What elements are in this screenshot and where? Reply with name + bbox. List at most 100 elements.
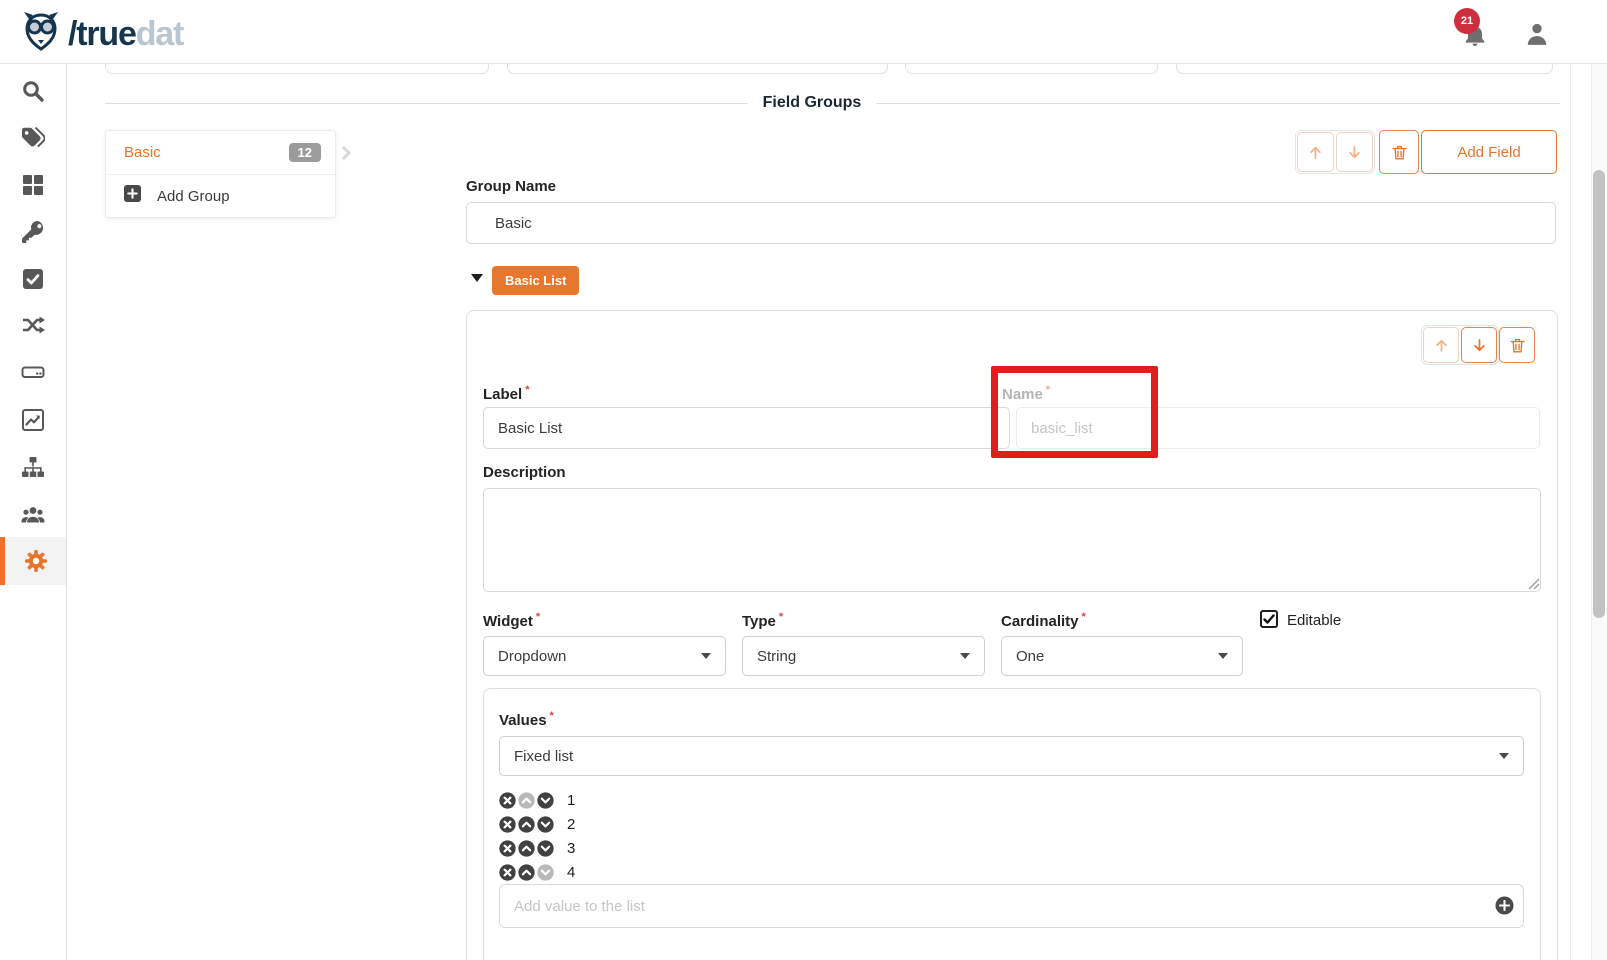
group-name-input[interactable]: [466, 202, 1556, 244]
group-name-label: Group Name: [466, 178, 556, 195]
values-list-item: 4: [499, 862, 575, 882]
sidebar-item-glossary[interactable]: [0, 114, 66, 162]
owl-logo-icon: [18, 9, 64, 60]
sidebar-item-analytics[interactable]: [0, 396, 66, 444]
label-field-input[interactable]: [483, 407, 1010, 449]
value-down-icon[interactable]: [537, 792, 554, 809]
delete-field-button[interactable]: [1499, 327, 1535, 363]
value-remove-icon[interactable]: [499, 792, 516, 809]
search-icon: [21, 79, 45, 103]
values-source-value: Fixed list: [514, 748, 573, 765]
caret-down-icon: [1218, 653, 1228, 659]
grid-icon: [21, 173, 45, 197]
cardinality-select-value: One: [1016, 648, 1044, 665]
sidebar-item-settings[interactable]: [0, 537, 66, 585]
scrollbar-thumb[interactable]: [1593, 170, 1605, 618]
sidebar-item-search[interactable]: [0, 67, 66, 115]
resize-grip-icon[interactable]: [1526, 576, 1540, 590]
divider-left: [105, 103, 748, 104]
cardinality-select[interactable]: One: [1001, 636, 1243, 676]
type-label: Type: [742, 611, 783, 630]
label-field-label: Label: [483, 384, 529, 403]
description-textarea[interactable]: [483, 488, 1541, 592]
type-select-value: String: [757, 648, 796, 665]
sidebar-item-quality[interactable]: [0, 255, 66, 303]
move-field-up-button[interactable]: [1423, 327, 1459, 363]
sidebar-item-users[interactable]: [0, 490, 66, 538]
add-value-plus-icon[interactable]: [1495, 896, 1514, 915]
value-up-icon[interactable]: [518, 840, 535, 857]
sidebar-item-modules[interactable]: [0, 161, 66, 209]
check-square-icon: [21, 267, 45, 291]
content-right-border: [1570, 64, 1571, 960]
add-group-button[interactable]: Add Group: [106, 175, 335, 217]
name-field-input[interactable]: [1016, 407, 1540, 449]
move-group-up-button[interactable]: [1297, 132, 1334, 172]
value-down-icon[interactable]: [537, 816, 554, 833]
sitemap-icon: [21, 455, 45, 479]
values-source-select[interactable]: Fixed list: [499, 736, 1524, 776]
key-icon: [21, 220, 45, 244]
plus-square-icon: [124, 185, 141, 207]
editable-checkbox[interactable]: [1260, 610, 1278, 628]
trash-icon: [1390, 143, 1409, 162]
caret-down-icon: [960, 653, 970, 659]
app-header: /truedat 21: [0, 0, 1607, 64]
drive-icon: [21, 360, 45, 384]
trash-icon: [1508, 336, 1527, 355]
delete-group-button[interactable]: [1379, 130, 1419, 174]
sidebar-item-hierarchy[interactable]: [0, 443, 66, 491]
value-text: 4: [567, 864, 575, 881]
value-up-icon[interactable]: [518, 792, 535, 809]
users-icon: [21, 502, 45, 526]
collapse-caret-icon[interactable]: [471, 274, 483, 282]
value-remove-icon[interactable]: [499, 840, 516, 857]
truedat-logo[interactable]: /truedat: [18, 9, 183, 60]
value-text: 3: [567, 840, 575, 857]
value-remove-icon[interactable]: [499, 864, 516, 881]
value-remove-icon[interactable]: [499, 816, 516, 833]
application-window: /truedat 21 Field Groups Basic 12 Add Gr…: [0, 0, 1607, 960]
group-name-text: Basic: [124, 144, 289, 161]
value-up-icon[interactable]: [518, 816, 535, 833]
tags-icon: [21, 126, 45, 150]
move-field-down-button[interactable]: [1461, 327, 1497, 363]
notification-count-badge[interactable]: 21: [1454, 8, 1480, 34]
editable-label: Editable: [1287, 612, 1341, 629]
widget-select-value: Dropdown: [498, 648, 566, 665]
values-list-item: 1: [499, 790, 575, 810]
move-group-down-button[interactable]: [1336, 132, 1373, 172]
type-select[interactable]: String: [742, 636, 985, 676]
shuffle-icon: [21, 313, 45, 337]
value-text: 2: [567, 816, 575, 833]
values-list-item: 3: [499, 838, 575, 858]
brand-text: /truedat: [68, 15, 183, 54]
values-label: Values: [499, 710, 554, 729]
field-badge-basic-list[interactable]: Basic List: [492, 266, 579, 295]
caret-down-icon: [1499, 753, 1509, 759]
cardinality-label: Cardinality: [1001, 611, 1086, 630]
value-down-icon[interactable]: [537, 864, 554, 881]
add-field-button[interactable]: Add Field: [1421, 130, 1557, 174]
sidebar: [0, 64, 67, 960]
chevron-right-icon: [337, 146, 351, 160]
gear-icon: [24, 549, 48, 573]
value-up-icon[interactable]: [518, 864, 535, 881]
name-field-label: Name: [1002, 384, 1050, 403]
sidebar-item-permissions[interactable]: [0, 208, 66, 256]
value-text: 1: [567, 792, 575, 809]
value-down-icon[interactable]: [537, 840, 554, 857]
values-list-item: 2: [499, 814, 575, 834]
sidebar-item-structures[interactable]: [0, 348, 66, 396]
caret-down-icon: [701, 653, 711, 659]
add-value-input[interactable]: [499, 884, 1524, 928]
group-count-badge: 12: [289, 143, 321, 162]
user-menu-icon[interactable]: [1524, 20, 1550, 48]
divider-right: [876, 103, 1560, 104]
add-group-label: Add Group: [157, 188, 230, 205]
widget-select[interactable]: Dropdown: [483, 636, 726, 676]
sidebar-item-lineage[interactable]: [0, 301, 66, 349]
chart-icon: [21, 408, 45, 432]
page-title: Field Groups: [752, 94, 872, 112]
group-item-basic[interactable]: Basic 12: [106, 131, 335, 175]
